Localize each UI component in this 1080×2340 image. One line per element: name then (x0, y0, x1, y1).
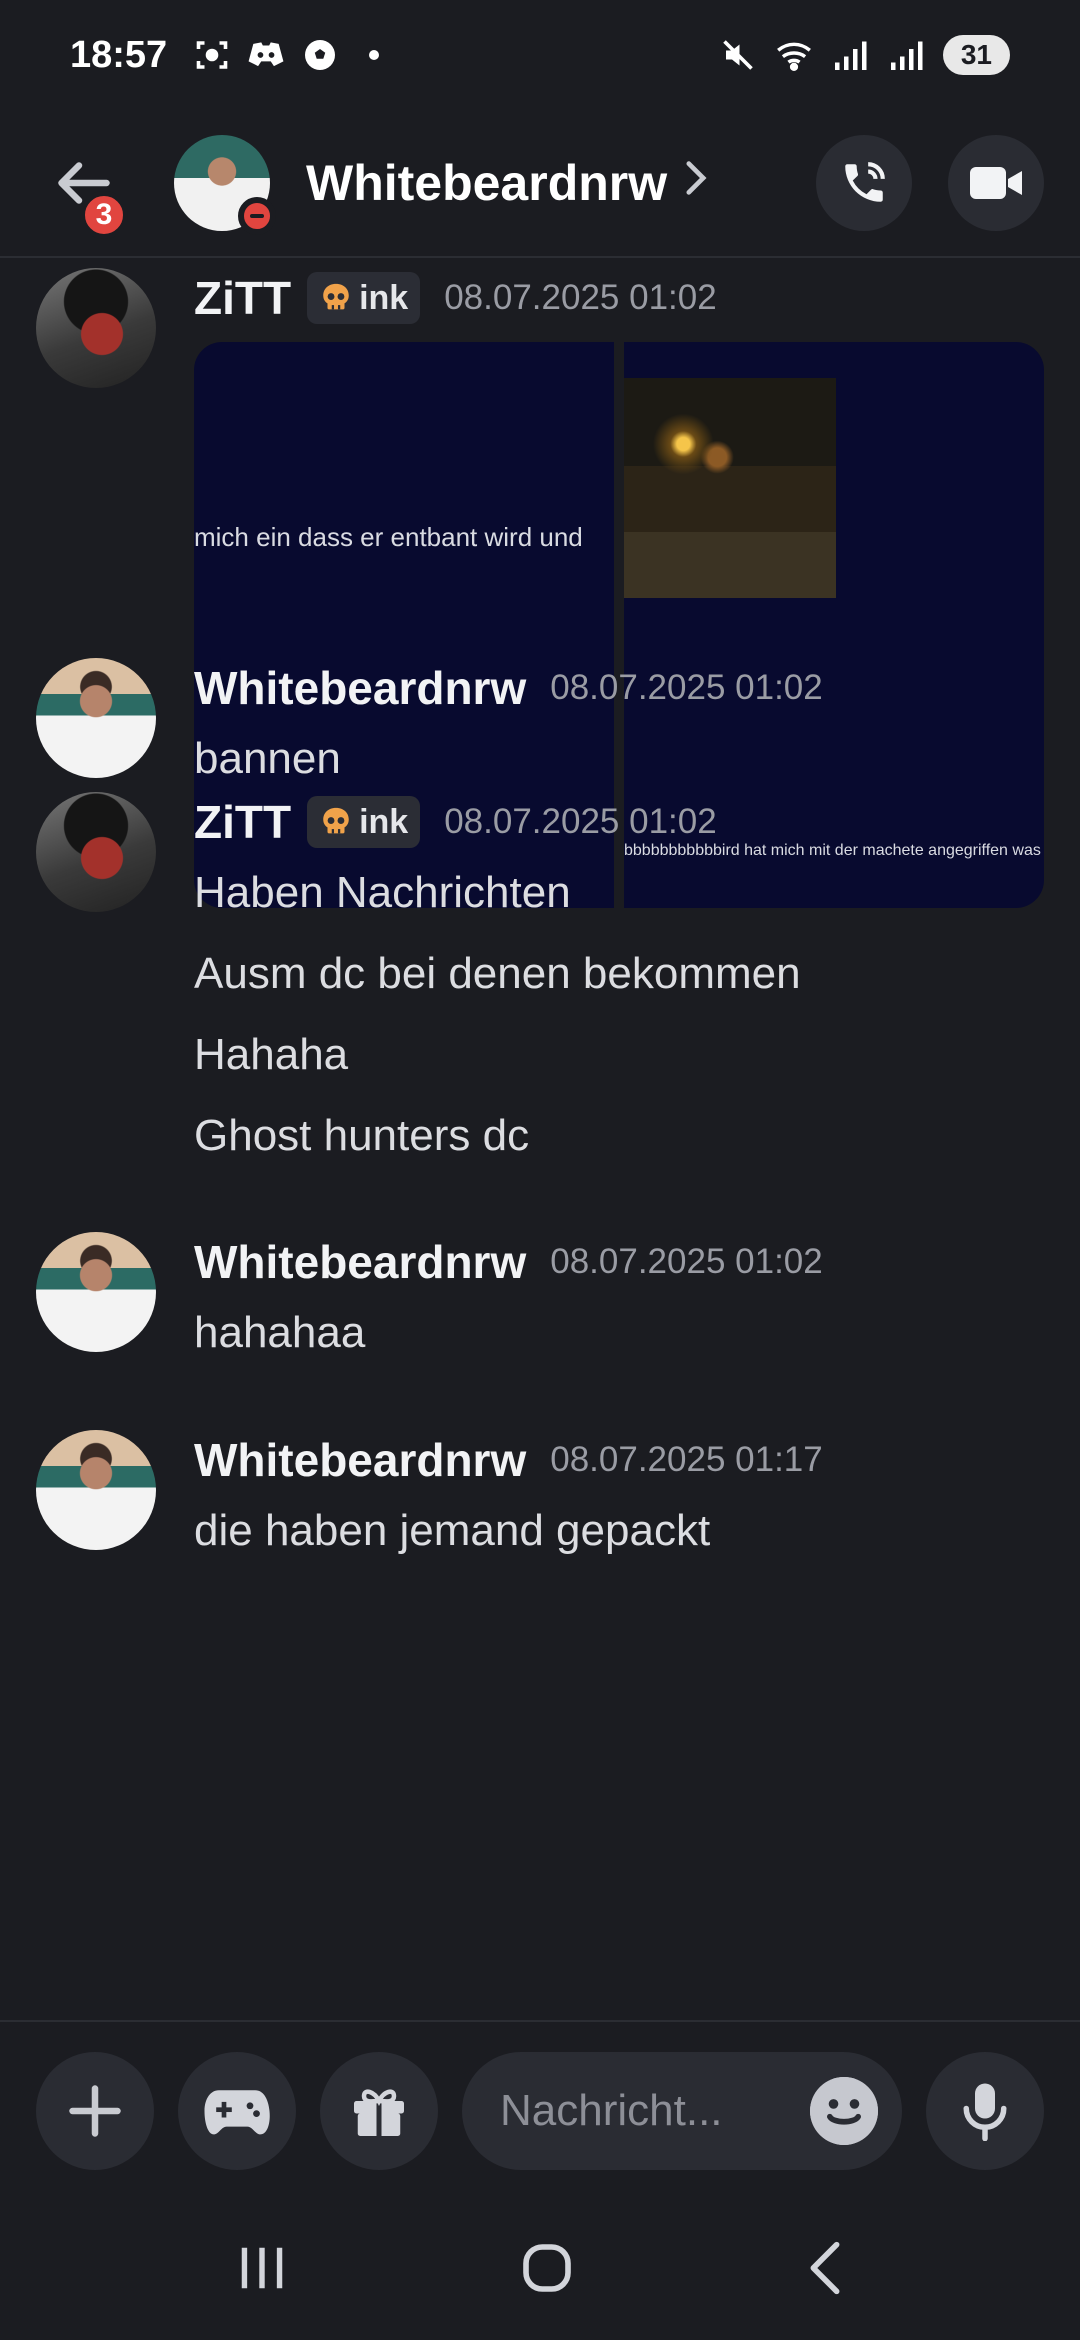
video-call-button[interactable] (948, 135, 1044, 231)
message-item[interactable]: Whitebeardnrw 08.07.2025 01:17 die haben… (36, 1430, 1046, 1571)
notification-dot-icon (369, 50, 380, 60)
battery-indicator: 31 (942, 35, 1010, 75)
message-item[interactable]: ZiTT ink 08.07.2025 01:02 Haben Nachrich… (36, 792, 1046, 1176)
avatar[interactable] (36, 268, 156, 388)
emoji-button[interactable] (810, 2077, 878, 2145)
recent-apps-button[interactable] (235, 2243, 289, 2298)
chat-header: 3 Whitebeardnrw (0, 110, 1080, 258)
guild-tag[interactable]: ink (307, 796, 421, 848)
chevron-right-icon[interactable] (685, 160, 707, 206)
message-author[interactable]: Whitebeardnrw (194, 661, 526, 715)
message-author[interactable]: ZiTT (194, 795, 291, 849)
back-button[interactable]: 3 (36, 135, 132, 239)
gift-button[interactable] (320, 2052, 438, 2170)
message-author[interactable]: Whitebeardnrw (194, 1235, 526, 1289)
avatar[interactable] (36, 792, 156, 912)
gamepad-icon (204, 2090, 270, 2135)
add-attachment-button[interactable] (36, 2052, 154, 2170)
mute-icon (719, 36, 757, 74)
video-camera-icon (970, 167, 1022, 199)
message-input-placeholder: Nachricht... (500, 2086, 723, 2135)
message-timestamp: 08.07.2025 01:17 (550, 1440, 823, 1479)
recent-apps-icon (241, 2247, 283, 2288)
signal-icon (831, 36, 869, 74)
message-timestamp: 08.07.2025 01:02 (550, 1242, 823, 1281)
avatar[interactable] (36, 1232, 156, 1352)
screenshot-icon (193, 36, 231, 74)
activities-button[interactable] (178, 2052, 296, 2170)
message-input[interactable]: Nachricht... (462, 2052, 902, 2170)
message-author[interactable]: Whitebeardnrw (194, 1433, 526, 1487)
message-text: bannen (194, 734, 341, 783)
microphone-icon (963, 2083, 1007, 2141)
chevron-left-icon (810, 2241, 840, 2294)
status-time: 18:57 (70, 33, 168, 76)
message-text: Haben Nachrichten (194, 868, 571, 917)
guild-tag-label: ink (359, 802, 409, 841)
home-button[interactable] (519, 2240, 575, 2301)
message-item[interactable]: Whitebeardnrw 08.07.2025 01:02 bannen (36, 658, 1046, 799)
phone-icon (845, 162, 885, 202)
discord-icon (247, 36, 285, 74)
guild-tag[interactable]: ink (307, 272, 421, 324)
night-street-photo (624, 378, 836, 598)
plus-icon (69, 2085, 121, 2137)
skull-icon (323, 283, 349, 310)
home-icon (523, 2243, 571, 2292)
message-composer: Nachricht... (0, 2020, 1080, 2200)
message-item[interactable]: Whitebeardnrw 08.07.2025 01:02 hahahaa (36, 1232, 1046, 1373)
message-text: hahahaa (194, 1308, 366, 1357)
avatar[interactable] (36, 1430, 156, 1550)
wifi-icon (775, 36, 813, 74)
system-nav-bar (0, 2200, 1080, 2340)
message-timestamp: 08.07.2025 01:02 (444, 802, 717, 841)
voice-call-button[interactable] (816, 135, 912, 231)
status-bar: 18:57 31 (0, 0, 1080, 110)
dnd-status-icon (238, 197, 276, 235)
message-text: Ghost hunters dc (194, 1111, 530, 1160)
voice-message-button[interactable] (926, 2052, 1044, 2170)
message-text: die haben jemand gepackt (194, 1506, 711, 1555)
message-author[interactable]: ZiTT (194, 271, 291, 325)
message-timestamp: 08.07.2025 01:02 (550, 668, 823, 707)
system-back-button[interactable] (805, 2240, 845, 2301)
gift-icon (354, 2089, 404, 2136)
avatar[interactable] (174, 135, 276, 235)
message-text: Ausm dc bei denen bekommen (194, 949, 801, 998)
message-list[interactable]: ZiTT ink 08.07.2025 01:02 mich ein dass … (0, 258, 1080, 2020)
page-title[interactable]: Whitebeardnrw (306, 154, 667, 212)
skull-icon (323, 807, 349, 834)
signal-icon-2 (887, 36, 925, 74)
image-caption: mich ein dass er entbant wird und (194, 522, 583, 552)
smiley-icon (810, 2077, 878, 2145)
message-timestamp: 08.07.2025 01:02 (444, 278, 717, 317)
avatar[interactable] (36, 658, 156, 778)
soccer-ball-icon (301, 36, 339, 74)
unread-badge: 3 (80, 191, 128, 239)
guild-tag-label: ink (359, 278, 409, 317)
message-text: Hahaha (194, 1030, 349, 1079)
